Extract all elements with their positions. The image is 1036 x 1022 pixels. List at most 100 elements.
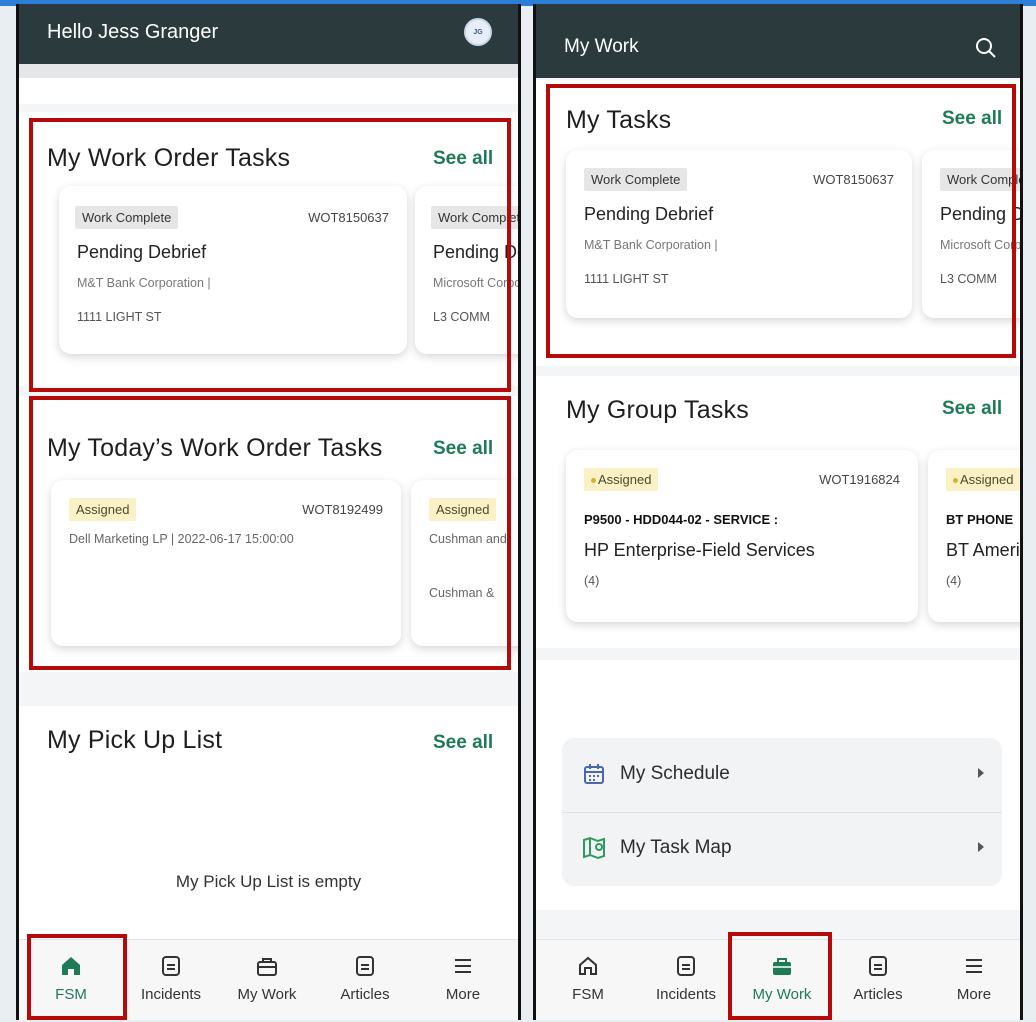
- document-icon: [356, 956, 374, 976]
- nav-label: My Work: [752, 986, 812, 1003]
- card-title: Pending Debrief: [584, 204, 714, 224]
- app-header: My Work: [536, 4, 1020, 78]
- status-badge: Assigned: [946, 468, 1020, 491]
- search-icon[interactable]: [974, 36, 998, 60]
- nav-incidents[interactable]: Incidents: [646, 940, 726, 1020]
- menu-list: My Schedule My Task Map: [562, 738, 1002, 886]
- section-title: My Tasks: [566, 106, 672, 134]
- nav-articles[interactable]: Articles: [838, 940, 918, 1020]
- nav-label: Incidents: [655, 986, 717, 1003]
- nav-label: More: [445, 986, 481, 1003]
- briefcase-icon: [257, 958, 277, 976]
- status-label: Assigned: [960, 472, 1014, 487]
- see-all-link[interactable]: See all: [942, 398, 1002, 420]
- nav-incidents[interactable]: Incidents: [131, 940, 211, 1020]
- task-card[interactable]: Assigned BT PHONE BT Americas (4): [928, 450, 1020, 622]
- chevron-right-icon: [978, 768, 984, 778]
- nav-fsm[interactable]: FSM: [31, 940, 111, 1020]
- see-all-link[interactable]: See all: [433, 732, 493, 754]
- task-card[interactable]: Work Complete Pending Debrief Microsoft …: [922, 150, 1023, 318]
- card-count: (4): [946, 574, 962, 588]
- calendar-icon: [584, 764, 604, 784]
- card-company: Microsoft Corporation: [940, 238, 1022, 252]
- chevron-right-icon: [978, 842, 984, 852]
- card-service-line: BT PHONE: [946, 512, 1014, 527]
- nav-label: FSM: [55, 986, 87, 1003]
- section-title: My Work Order Tasks: [47, 144, 291, 172]
- status-badge: Assigned: [69, 498, 137, 521]
- empty-state-text: My Pick Up List is empty: [175, 872, 362, 891]
- nav-label: FSM: [572, 986, 604, 1003]
- page-title: My Work: [564, 36, 639, 57]
- status-badge: Work Complete: [431, 206, 518, 229]
- scrolled-section-remnant: [19, 64, 518, 104]
- nav-more[interactable]: More: [934, 940, 1014, 1020]
- card-count: (4): [584, 574, 600, 588]
- nav-articles[interactable]: Articles: [325, 940, 405, 1020]
- task-card[interactable]: Work Complete WOT8150637 Pending Debrief…: [59, 186, 407, 354]
- nav-fsm[interactable]: FSM: [548, 940, 628, 1020]
- section-title: My Group Tasks: [566, 396, 749, 424]
- nav-label: Articles: [853, 986, 903, 1003]
- nav-my-work[interactable]: My Work: [742, 940, 822, 1020]
- status-badge: Work Complete: [584, 168, 688, 191]
- task-card[interactable]: Assigned Cushman and Cushman &: [411, 480, 518, 646]
- map-icon: [583, 836, 605, 860]
- avatar[interactable]: JG: [464, 18, 492, 46]
- card-address: L3 COMM: [940, 272, 997, 286]
- home-icon: [62, 957, 80, 975]
- section-title: My Today’s Work Order Tasks: [47, 434, 383, 462]
- task-card[interactable]: Work Complete Pending Debrief Microsoft …: [415, 186, 521, 354]
- nav-label: Articles: [340, 986, 390, 1003]
- home-icon: [579, 956, 597, 975]
- card-title: Pending Debrief: [433, 242, 518, 262]
- card-title: Pending Debrief: [940, 204, 1023, 224]
- pick-up-list-section: My Pick Up List See all My Pick Up List …: [19, 706, 518, 946]
- work-order-number: WOT8192499: [302, 502, 383, 517]
- card-company-date: Dell Marketing LP | 2022-06-17 15:00:00: [69, 532, 294, 546]
- greeting-text: Hello Jess Granger: [47, 21, 219, 43]
- card-company: Microsoft Corporation: [433, 276, 521, 290]
- card-address: 1111 LIGHT ST: [77, 310, 162, 324]
- work-order-number: WOT8150637: [308, 210, 389, 225]
- see-all-link[interactable]: See all: [433, 148, 493, 170]
- task-card[interactable]: Assigned WOT8192499 Dell Marketing LP | …: [51, 480, 401, 646]
- work-order-number: WOT1916824: [819, 472, 900, 487]
- task-card[interactable]: Work Complete WOT8150637 Pending Debrief…: [566, 150, 912, 318]
- nav-label: My Work: [237, 986, 297, 1003]
- status-badge: Assigned: [584, 468, 659, 491]
- menu-item-my-task-map[interactable]: My Task Map: [562, 812, 1002, 886]
- card-service-line: P9500 - HDD044-02 - SERVICE :: [584, 512, 779, 527]
- card-address: L3 COMM: [433, 310, 490, 324]
- card-company: M&T Bank Corporation |: [584, 238, 718, 252]
- my-group-tasks-section: My Group Tasks See all Assigned WOT19168…: [536, 376, 1020, 648]
- card-company: M&T Bank Corporation |: [77, 276, 211, 290]
- card-company: Cushman and: [429, 532, 507, 546]
- see-all-link[interactable]: See all: [942, 108, 1002, 130]
- menu-item-label: My Task Map: [620, 837, 732, 858]
- bottom-navigation: FSM Incidents My Work Articles More: [536, 939, 1020, 1020]
- menu-item-my-schedule[interactable]: My Schedule: [562, 738, 1002, 813]
- task-card[interactable]: Assigned WOT1916824 P9500 - HDD044-02 - …: [566, 450, 918, 622]
- document-icon: [869, 956, 887, 976]
- menu-icon: [455, 959, 471, 973]
- nav-my-work[interactable]: My Work: [227, 940, 307, 1020]
- status-badge: Assigned: [429, 498, 497, 521]
- card-title: Pending Debrief: [77, 242, 207, 262]
- nav-label: More: [956, 986, 992, 1003]
- see-all-link[interactable]: See all: [433, 438, 493, 460]
- fsm-home-screen: Hello Jess Granger JG My Work Order Task…: [16, 4, 521, 1020]
- card-address: 1111 LIGHT ST: [584, 272, 669, 286]
- work-order-tasks-section: My Work Order Tasks See all Work Complet…: [19, 112, 518, 386]
- menu-icon: [966, 959, 982, 973]
- status-dot-icon: [953, 478, 958, 484]
- card-title: HP Enterprise-Field Services: [584, 540, 815, 560]
- status-dot-icon: [591, 478, 596, 484]
- document-icon: [162, 956, 180, 976]
- status-label: Assigned: [598, 472, 652, 487]
- my-work-screen: My Work My Tasks See all Work Complete W…: [533, 4, 1023, 1020]
- card-company-secondary: Cushman &: [429, 586, 495, 600]
- card-title: BT Americas: [946, 540, 1020, 560]
- status-badge: Work Complete: [940, 168, 1020, 191]
- nav-more[interactable]: More: [423, 940, 503, 1020]
